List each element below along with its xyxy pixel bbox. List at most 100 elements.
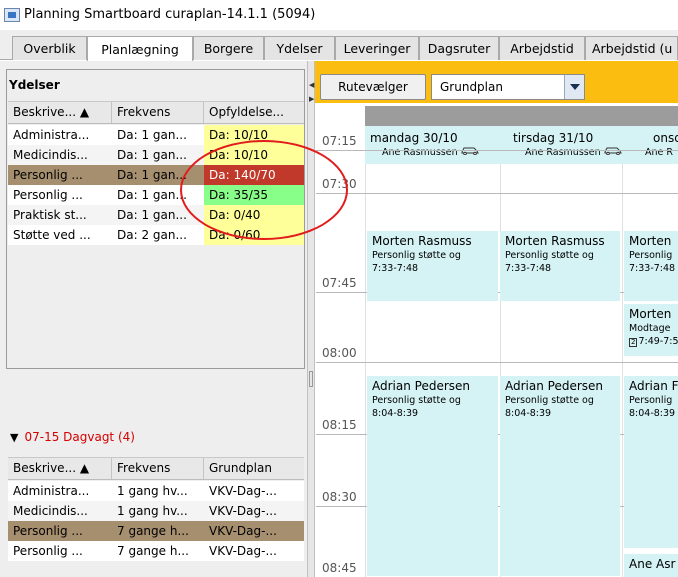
chevron-down-icon[interactable] <box>564 75 584 99</box>
table-row[interactable]: Personlig ... 7 gange h... VKV-Dag-... <box>8 541 304 561</box>
cell-beskrivelse: Støtte ved ... <box>13 228 91 242</box>
appointment-block[interactable]: Ane Asr <box>624 554 678 577</box>
appointment-service: Personlig <box>629 250 673 261</box>
shift-group-header[interactable]: ▼ 07-15 Dagvagt (4) <box>10 430 135 444</box>
tab-arbejdstid-u[interactable]: Arbejdstid (u <box>585 36 678 60</box>
appointment-service: Modtage <box>629 323 671 334</box>
tab-borgere[interactable]: Borgere <box>193 36 264 60</box>
table-row[interactable]: Administra... 1 gang hv... VKV-Dag-... <box>8 481 304 501</box>
cell-frekvens: Da: 1 gan... <box>117 128 187 142</box>
appointment-time: 8:04-8:39 <box>505 408 552 419</box>
time-gridline <box>316 193 678 194</box>
appointment-time: 8:04-8:39 <box>372 408 419 419</box>
ydelser-section-title: Ydelser <box>9 78 60 92</box>
day-person: Ane Rasmussen <box>382 147 458 158</box>
rutevaelger-button[interactable]: Rutevælger <box>320 74 426 100</box>
cell-beskrivelse: Praktisk st... <box>13 208 87 222</box>
cell-frekvens: 1 gang hv... <box>117 504 188 518</box>
window-title: Planning Smartboard curaplan-14.1.1 (509… <box>24 7 316 22</box>
tab-dagsruter[interactable]: Dagsruter <box>419 36 499 60</box>
appointment-time: 7:33-7:48 <box>505 263 552 274</box>
time-label: 07:45 <box>322 276 357 290</box>
column-header-opfyldelse[interactable]: Opfyldelse... <box>204 102 304 123</box>
appointment-time: 7:33-7:48 <box>372 263 419 274</box>
appointment-service: Personlig støtte og <box>505 395 594 406</box>
appointment-block[interactable]: Morten Rasmuss Personlig støtte og 7:33-… <box>500 231 620 301</box>
cell-beskrivelse: Administra... <box>13 484 90 498</box>
table-row-selected[interactable]: Personlig ... 7 gange h... VKV-Dag-... <box>8 521 304 541</box>
day-name[interactable]: onsd <box>653 131 678 145</box>
appointment-block[interactable]: Adrian F Personlig 8:04-8:39 <box>624 376 678 548</box>
visit-count-badge: 2 <box>629 338 638 347</box>
time-label: 08:45 <box>322 561 357 575</box>
grundplan-table-header: Beskrive... ▲ Frekvens Grundplan <box>8 457 304 480</box>
appointment-time: 7:49-7:5 <box>638 336 678 347</box>
column-header-beskrivelse[interactable]: Beskrive... ▲ <box>8 102 112 123</box>
cell-frekvens: 1 gang hv... <box>117 484 188 498</box>
appointment-citizen: Adrian Pedersen <box>505 379 604 393</box>
tab-planlaegning[interactable]: Planlægning <box>87 36 193 61</box>
day-name[interactable]: mandag 30/10 <box>370 131 458 145</box>
cell-frekvens: 7 gange h... <box>117 524 189 538</box>
day-person: Ane Rasmussen <box>525 147 601 158</box>
appointment-citizen: Morten <box>629 234 672 248</box>
cell-frekvens: Da: 1 gan... <box>117 148 187 162</box>
appointment-block[interactable]: Adrian Pedersen Personlig støtte og 8:04… <box>367 376 498 576</box>
time-label: 08:30 <box>322 490 357 504</box>
appointment-time: 7:33-7:48 <box>629 263 676 274</box>
appointment-citizen: Morten Rasmuss <box>505 234 605 248</box>
cell-beskrivelse: Personlig ... <box>13 168 83 182</box>
panel-splitter[interactable]: ◀ ▶ <box>307 61 315 577</box>
appointment-service: Personlig <box>629 395 673 406</box>
appointment-citizen: Morten <box>629 307 672 321</box>
cell-grundplan: VKV-Dag-... <box>209 524 277 538</box>
tab-ydelser[interactable]: Ydelser <box>264 36 335 60</box>
cell-beskrivelse: Administra... <box>13 128 90 142</box>
ydelser-table-header: Beskrive... ▲ Frekvens Opfyldelse... <box>8 101 304 124</box>
appointment-citizen: Morten Rasmuss <box>372 234 472 248</box>
appointment-block[interactable]: Morten Personlig 7:33-7:48 <box>624 231 678 301</box>
tab-leveringer[interactable]: Leveringer <box>335 36 419 60</box>
time-label: 07:15 <box>322 134 357 148</box>
day-header-row: mandag 30/10 Ane Rasmussen tirsdag 31/10… <box>365 126 678 164</box>
splitter-grip[interactable] <box>309 371 313 387</box>
appointment-service: Personlig støtte og <box>372 250 461 261</box>
time-label: 08:00 <box>322 346 357 360</box>
table-row[interactable]: Medicindis... 1 gang hv... VKV-Dag-... <box>8 501 304 521</box>
appointment-citizen: Ane Asr <box>629 557 676 571</box>
time-label: 08:15 <box>322 418 357 432</box>
tab-overblik[interactable]: Overblik <box>12 36 87 60</box>
time-gridline <box>316 150 678 151</box>
column-header-frekvens[interactable]: Frekvens <box>112 458 204 479</box>
column-divider <box>622 164 623 577</box>
cell-beskrivelse: Personlig ... <box>13 188 83 202</box>
cell-grundplan: VKV-Dag-... <box>209 484 277 498</box>
appointment-block[interactable]: Morten Modtage 2 7:49-7:5 <box>624 304 678 356</box>
appointment-citizen: Adrian F <box>629 379 678 393</box>
appointment-block[interactable]: Morten Rasmuss Personlig støtte og 7:33-… <box>367 231 498 301</box>
day-name[interactable]: tirsdag 31/10 <box>513 131 593 145</box>
plan-select[interactable]: Grundplan <box>431 74 585 100</box>
appointment-service: Personlig støtte og <box>505 250 594 261</box>
cell-beskrivelse: Medicindis... <box>13 148 88 162</box>
cell-frekvens: 7 gange h... <box>117 544 189 558</box>
appointment-time: 8:04-8:39 <box>629 408 676 419</box>
triangle-down-icon[interactable]: ▼ <box>10 431 18 444</box>
main-tab-strip: Overblik Planlægning Borgere Ydelser Lev… <box>0 30 678 61</box>
cell-beskrivelse: Personlig ... <box>13 524 83 538</box>
tab-arbejdstid[interactable]: Arbejdstid <box>499 36 585 60</box>
appointment-block[interactable]: Adrian Pedersen Personlig støtte og 8:04… <box>500 376 620 576</box>
cell-grundplan: VKV-Dag-... <box>209 504 277 518</box>
cell-frekvens: Da: 2 gan... <box>117 228 187 242</box>
appointment-citizen: Adrian Pedersen <box>372 379 471 393</box>
column-header-grundplan[interactable]: Grundplan <box>204 458 304 479</box>
app-window-icon <box>4 8 20 22</box>
window-titlebar: Planning Smartboard curaplan-14.1.1 (509… <box>0 0 678 30</box>
collapse-left-icon[interactable]: ◀ <box>309 81 314 89</box>
column-header-frekvens[interactable]: Frekvens <box>112 102 204 123</box>
highlight-annotation <box>180 140 348 240</box>
column-header-beskrivelse[interactable]: Beskrive... ▲ <box>8 458 112 479</box>
cell-beskrivelse: Medicindis... <box>13 504 88 518</box>
column-divider <box>365 164 366 577</box>
expand-right-icon[interactable]: ▶ <box>309 95 314 103</box>
